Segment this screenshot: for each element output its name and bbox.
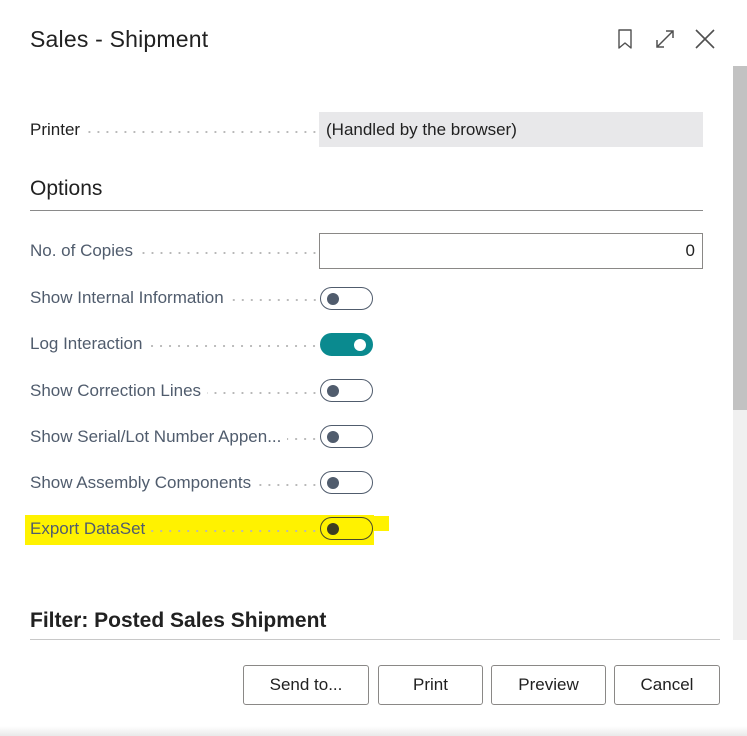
printer-value[interactable]: (Handled by the browser) [319, 112, 703, 147]
send-to-button[interactable]: Send to... [243, 665, 369, 705]
filter-divider [30, 639, 720, 640]
toggle-knob [327, 523, 339, 535]
expand-icon[interactable] [653, 26, 677, 52]
toggle-knob [327, 431, 339, 443]
toggle-knob [327, 477, 339, 489]
label-leader-dots [229, 299, 319, 301]
close-icon[interactable] [693, 26, 717, 52]
show-correction-lines-toggle[interactable] [320, 379, 373, 402]
no-of-copies-label: No. of Copies [30, 241, 319, 261]
footer-edge [0, 726, 747, 736]
log-interaction-label: Log Interaction [30, 334, 319, 354]
label-leader-dots [287, 438, 319, 440]
options-header: Options [30, 177, 103, 200]
show-assembly-components-label: Show Assembly Components [30, 473, 319, 493]
toggle-knob [327, 385, 339, 397]
bookmark-icon[interactable] [613, 26, 637, 52]
printer-label: Printer [30, 120, 319, 140]
show-correction-lines-label: Show Correction Lines [30, 381, 319, 401]
export-dataset-label: Export DataSet [30, 519, 319, 539]
show-assembly-components-toggle[interactable] [320, 471, 373, 494]
label-leader-dots [257, 484, 319, 486]
export-dataset-toggle[interactable] [320, 517, 373, 540]
toggle-knob [354, 339, 366, 351]
title-actions [613, 26, 717, 52]
scrollbar-thumb[interactable] [733, 66, 747, 410]
show-internal-information-label: Show Internal Information [30, 288, 319, 308]
cancel-button[interactable]: Cancel [614, 665, 720, 705]
print-button[interactable]: Print [378, 665, 483, 705]
show-serial-lot-number-toggle[interactable] [320, 425, 373, 448]
label-leader-dots [207, 392, 319, 394]
filter-header: Filter: Posted Sales Shipment [30, 609, 327, 632]
dialog-title: Sales - Shipment [30, 26, 209, 52]
no-of-copies-input[interactable] [319, 233, 703, 269]
show-serial-lot-number-label: Show Serial/Lot Number Appen... [30, 427, 319, 447]
log-interaction-toggle[interactable] [320, 333, 373, 356]
report-request-dialog: Sales - Shipment Printer (Handled by the… [0, 0, 747, 736]
toggle-knob [327, 293, 339, 305]
label-leader-dots [86, 131, 319, 133]
preview-button[interactable]: Preview [491, 665, 606, 705]
label-leader-dots [139, 252, 319, 254]
options-divider [30, 210, 703, 211]
label-leader-dots [148, 345, 319, 347]
label-leader-dots [151, 530, 319, 532]
show-internal-information-toggle[interactable] [320, 287, 373, 310]
